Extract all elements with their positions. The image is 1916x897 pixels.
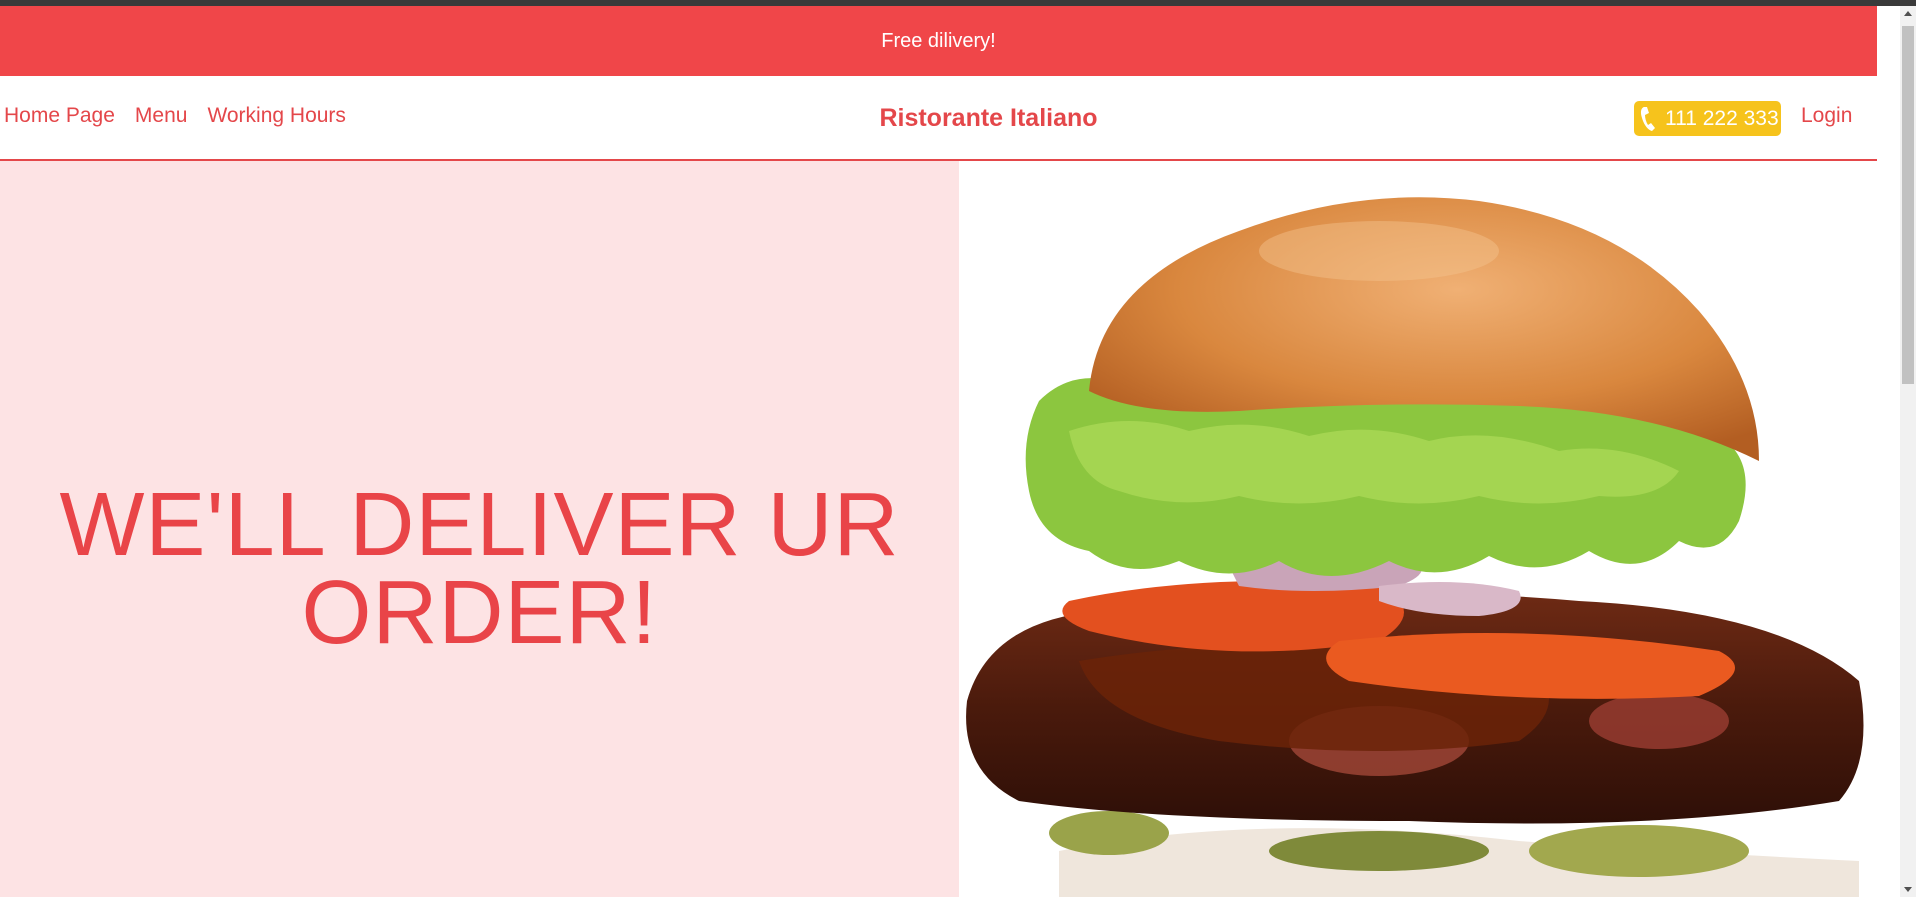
phone-button[interactable]: 111 222 333 (1634, 101, 1781, 136)
login-link[interactable]: Login (1801, 104, 1852, 128)
hero-image-panel (959, 161, 1877, 897)
phone-number: 111 222 333 (1665, 106, 1779, 130)
brand-title[interactable]: Ristorante Italiano (0, 104, 1916, 133)
hero-title: WE'LL DELIVER UR ORDER! (59, 475, 900, 663)
phone-icon (1638, 104, 1662, 134)
scroll-down-arrow-icon[interactable] (1900, 881, 1916, 897)
promo-text: Free dilivery! (881, 29, 996, 52)
scrollbar[interactable] (1900, 6, 1916, 897)
navbar: Home Page Menu Working Hours Ristorante … (0, 76, 1877, 161)
hero-text-panel: WE'LL DELIVER UR ORDER! (0, 161, 959, 897)
burger-image (966, 197, 1864, 897)
scrollbar-thumb[interactable] (1902, 26, 1914, 384)
promo-banner: Free dilivery! (0, 6, 1877, 76)
scroll-up-arrow-icon[interactable] (1900, 6, 1916, 22)
